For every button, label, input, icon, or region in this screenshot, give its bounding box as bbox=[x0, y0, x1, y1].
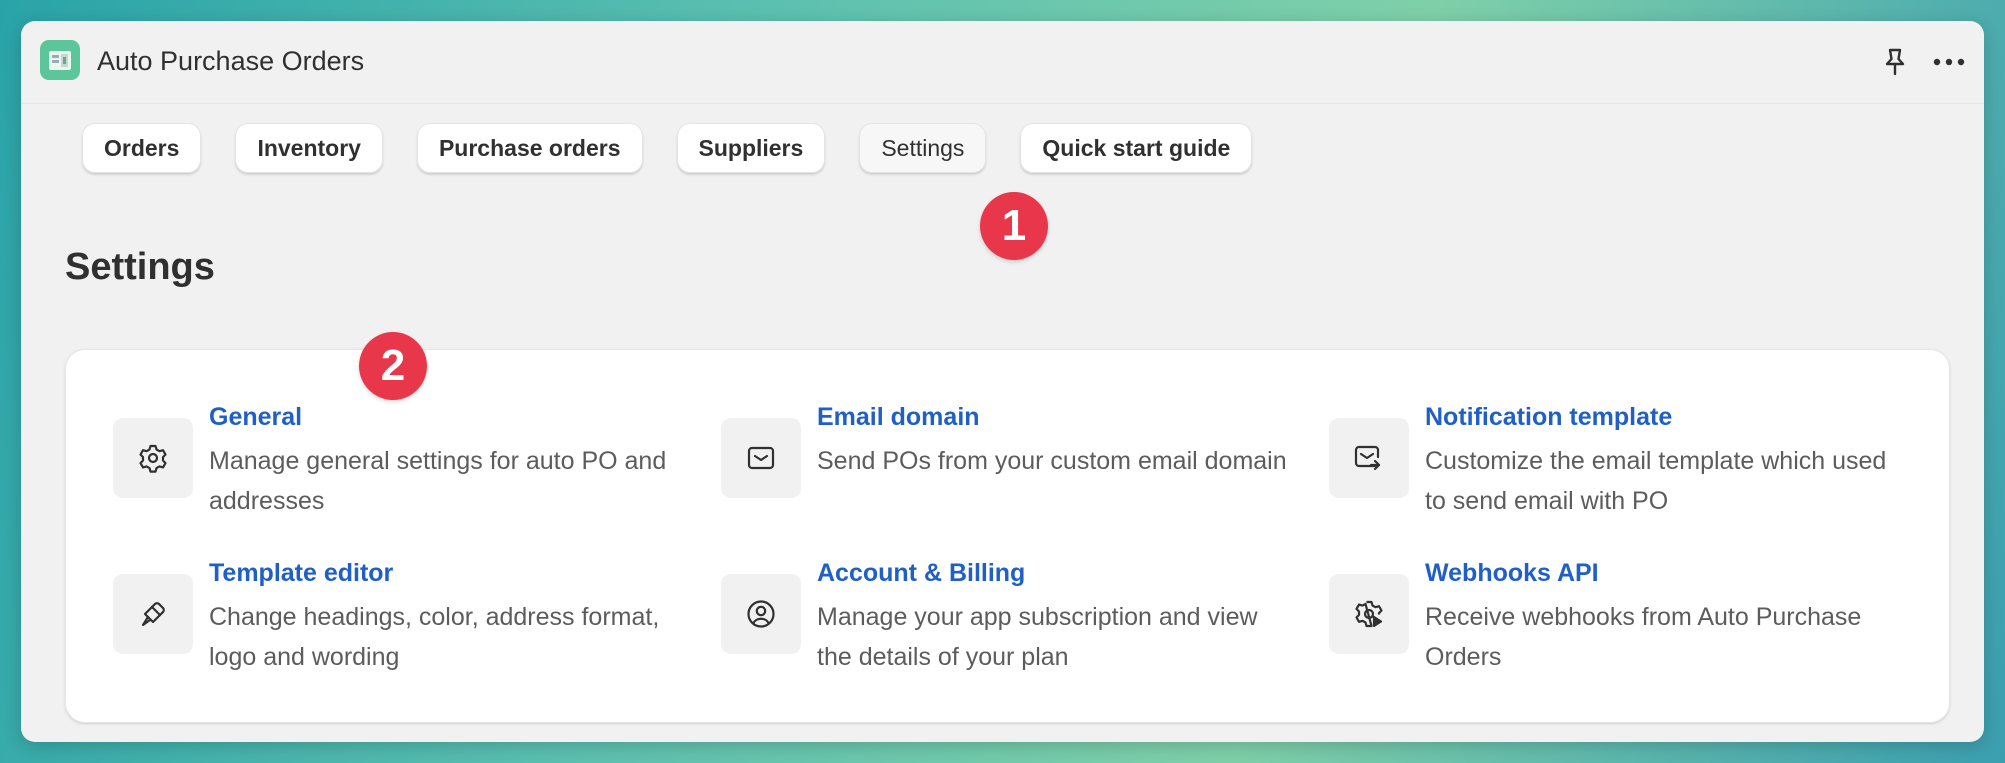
setting-notification-template[interactable]: Notification template Customize the emai… bbox=[1329, 401, 1889, 521]
setting-account-billing[interactable]: Account & Billing Manage your app subscr… bbox=[721, 557, 1281, 677]
setting-template-editor-description: Change headings, color, address format, … bbox=[209, 603, 660, 671]
profile-icon bbox=[721, 574, 801, 654]
app-window: Auto Purchase Orders Orders Inventory Pu… bbox=[21, 21, 1984, 742]
setting-webhooks-api-description: Receive webhooks from Auto Purchase Orde… bbox=[1425, 603, 1862, 671]
setting-template-editor[interactable]: Template editor Change headings, color, … bbox=[113, 557, 673, 677]
setting-email-domain-title[interactable]: Email domain bbox=[817, 401, 980, 433]
tab-orders[interactable]: Orders bbox=[82, 123, 202, 173]
title-actions bbox=[1878, 45, 1966, 79]
email-forward-icon bbox=[1329, 418, 1409, 498]
tab-settings[interactable]: Settings bbox=[859, 123, 987, 173]
setting-general-description: Manage general settings for auto PO and … bbox=[209, 447, 667, 515]
paintbrush-icon bbox=[113, 574, 193, 654]
page-title: Settings bbox=[65, 246, 215, 288]
app-logo-icon bbox=[40, 40, 80, 80]
setting-general[interactable]: General Manage general settings for auto… bbox=[113, 401, 673, 521]
gear-play-icon bbox=[1329, 574, 1409, 654]
setting-account-billing-description: Manage your app subscription and view th… bbox=[817, 603, 1258, 671]
app-title: Auto Purchase Orders bbox=[97, 46, 365, 76]
step-marker-1: 1 bbox=[980, 192, 1048, 260]
setting-webhooks-api[interactable]: Webhooks API Receive webhooks from Auto … bbox=[1329, 557, 1889, 677]
tab-suppliers[interactable]: Suppliers bbox=[676, 123, 826, 173]
tab-inventory[interactable]: Inventory bbox=[235, 123, 383, 173]
pin-icon[interactable] bbox=[1878, 45, 1912, 79]
setting-account-billing-title[interactable]: Account & Billing bbox=[817, 557, 1025, 589]
setting-notification-template-description: Customize the email template which used … bbox=[1425, 447, 1887, 515]
setting-email-domain-description: Send POs from your custom email domain bbox=[817, 447, 1287, 475]
step-marker-2: 2 bbox=[359, 332, 427, 400]
tab-quick-start-guide[interactable]: Quick start guide bbox=[1020, 123, 1253, 173]
setting-webhooks-api-title[interactable]: Webhooks API bbox=[1425, 557, 1599, 589]
setting-email-domain[interactable]: Email domain Send POs from your custom e… bbox=[721, 401, 1287, 521]
settings-card: 2 General Manage general settings for au… bbox=[65, 332, 1950, 723]
nav-tabs: Orders Inventory Purchase orders Supplie… bbox=[82, 123, 1286, 173]
tab-purchase-orders[interactable]: Purchase orders bbox=[416, 123, 643, 173]
envelope-icon bbox=[721, 418, 801, 498]
more-horizontal-icon[interactable] bbox=[1932, 45, 1966, 79]
title-bar: Auto Purchase Orders bbox=[21, 21, 1984, 104]
setting-general-title[interactable]: General bbox=[209, 401, 302, 433]
setting-notification-template-title[interactable]: Notification template bbox=[1425, 401, 1672, 433]
gear-icon bbox=[113, 418, 193, 498]
setting-template-editor-title[interactable]: Template editor bbox=[209, 557, 393, 589]
